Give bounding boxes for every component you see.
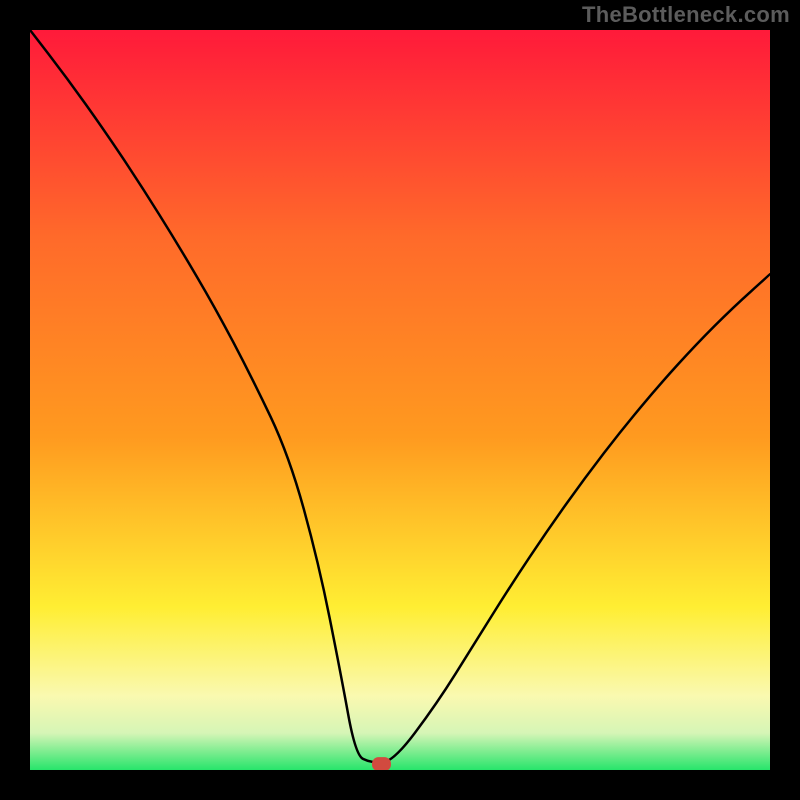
min-marker [373, 758, 391, 770]
watermark-text: TheBottleneck.com [582, 2, 790, 28]
outer-frame: TheBottleneck.com [0, 0, 800, 800]
chart-svg [30, 30, 770, 770]
gradient-background [30, 30, 770, 770]
plot-area [30, 30, 770, 770]
